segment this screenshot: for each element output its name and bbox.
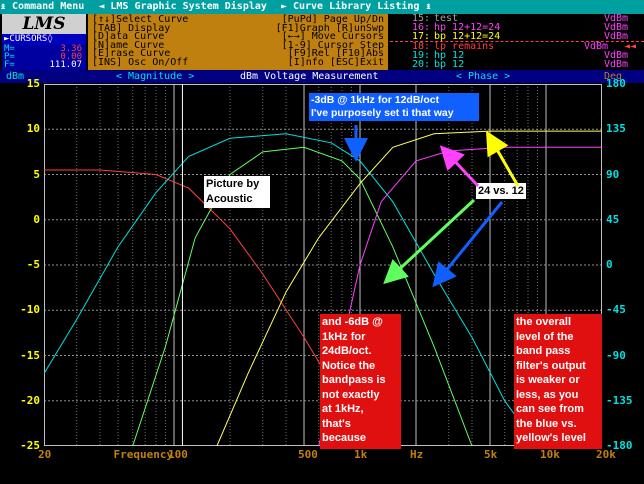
f-label: F= <box>4 60 15 70</box>
command-help-box: [↑↓]Select Curve [PuPd] Page Up/Dn [TAB] D… <box>88 14 388 70</box>
y-tick-label: 5 <box>33 167 40 181</box>
y-tick-label: -15 <box>20 348 40 362</box>
y2-tick-label: -90 <box>606 348 626 362</box>
f-value: 111.07 <box>49 60 82 70</box>
curve-library-list: 15: test VdBm 16: hp 12+12=24 VdBm 17: bp 12+12… <box>390 14 644 70</box>
x-tick-label: 20 <box>38 448 52 461</box>
command-menu[interactable]: ↨ Command Menu <box>0 1 84 12</box>
y2-tick-label: -45 <box>606 303 626 317</box>
y-tick-label: -20 <box>20 393 40 407</box>
annotation-3db: -3dB @ 1kHz for 12dB/oct I've purposely … <box>309 93 479 121</box>
curve-library-menu[interactable]: ► Curve Library Listing ↨ <box>281 1 432 12</box>
y2-tick-label: 0 <box>606 258 613 271</box>
curve-number: 20: <box>411 59 430 70</box>
curve-name: bp 12+12=24 <box>434 31 501 42</box>
y-tick-label: -25 <box>20 439 40 452</box>
graph-header-bar: dBm < Magnitude > dBm Voltage Measuremen… <box>0 70 644 83</box>
y-tick-label: -5 <box>26 258 40 271</box>
x-tick-label: 5k <box>484 448 498 461</box>
x-tick-label: 10k <box>540 448 560 461</box>
annotation-overall-level: the overall level of the band pass filte… <box>514 314 602 449</box>
phase-selector[interactable]: < Phase > <box>456 70 510 83</box>
curve-number: 17: <box>411 31 430 42</box>
curve-name: bp 12 <box>434 59 465 70</box>
x-tick-label: 500 <box>298 448 318 461</box>
y-tick-label: 10 <box>26 122 40 136</box>
command-hint: [INS] Osc On/Off <box>92 56 189 68</box>
graphic-display-menu[interactable]: ◄ LMS Graphic System Display <box>98 1 267 12</box>
measurement-title: dBm Voltage Measurement <box>240 71 379 82</box>
annotation-picture-by: Picture by Acoustic <box>204 176 270 208</box>
curve-list-item[interactable]: 17: bp 12+12=24 VdBm <box>390 31 644 42</box>
annotation-6db: and -6dB @ 1kHz for 24dB/oct. Notice the… <box>320 314 401 449</box>
curve-unit: VdBm <box>604 31 629 42</box>
curve-list-item[interactable]: 20: bp 12 VdBm <box>390 59 644 70</box>
y-tick-label: 0 <box>33 212 40 226</box>
curve-unit: VdBm <box>604 59 629 70</box>
cursor-panel: ►CURSORS◊ M= 3.36 P= 0.00 F= 111.07 <box>2 34 86 70</box>
y2-tick-label: 90 <box>606 167 620 181</box>
x-tick-label: Frequency <box>113 448 174 461</box>
x-tick-label: Hz <box>410 448 424 461</box>
y-tick-label: -10 <box>20 303 40 317</box>
x-tick-label: 20k <box>596 448 616 461</box>
menu-bar: ↨ Command Menu ◄ LMS Graphic System Disp… <box>0 0 644 14</box>
command-hint: [I]nfo [ESC]Exit <box>287 56 384 68</box>
x-tick-label: 100 <box>168 448 188 461</box>
x-tick-label: 1k <box>354 448 368 461</box>
y2-tick-label: 45 <box>606 212 620 226</box>
y2-tick-label: -135 <box>606 393 633 407</box>
y2-tick-label: 135 <box>606 122 626 136</box>
y-tick-label: 15 <box>26 77 40 90</box>
lms-logo: LMS <box>2 14 86 34</box>
command-row: [INS] Osc On/Off [I]nfo [ESC]Exit <box>92 56 384 68</box>
magnitude-selector[interactable]: < Magnitude > <box>116 70 194 83</box>
y2-tick-label: 180 <box>606 77 626 90</box>
annotation-24-vs-12: 24 vs. 12 <box>476 183 526 199</box>
